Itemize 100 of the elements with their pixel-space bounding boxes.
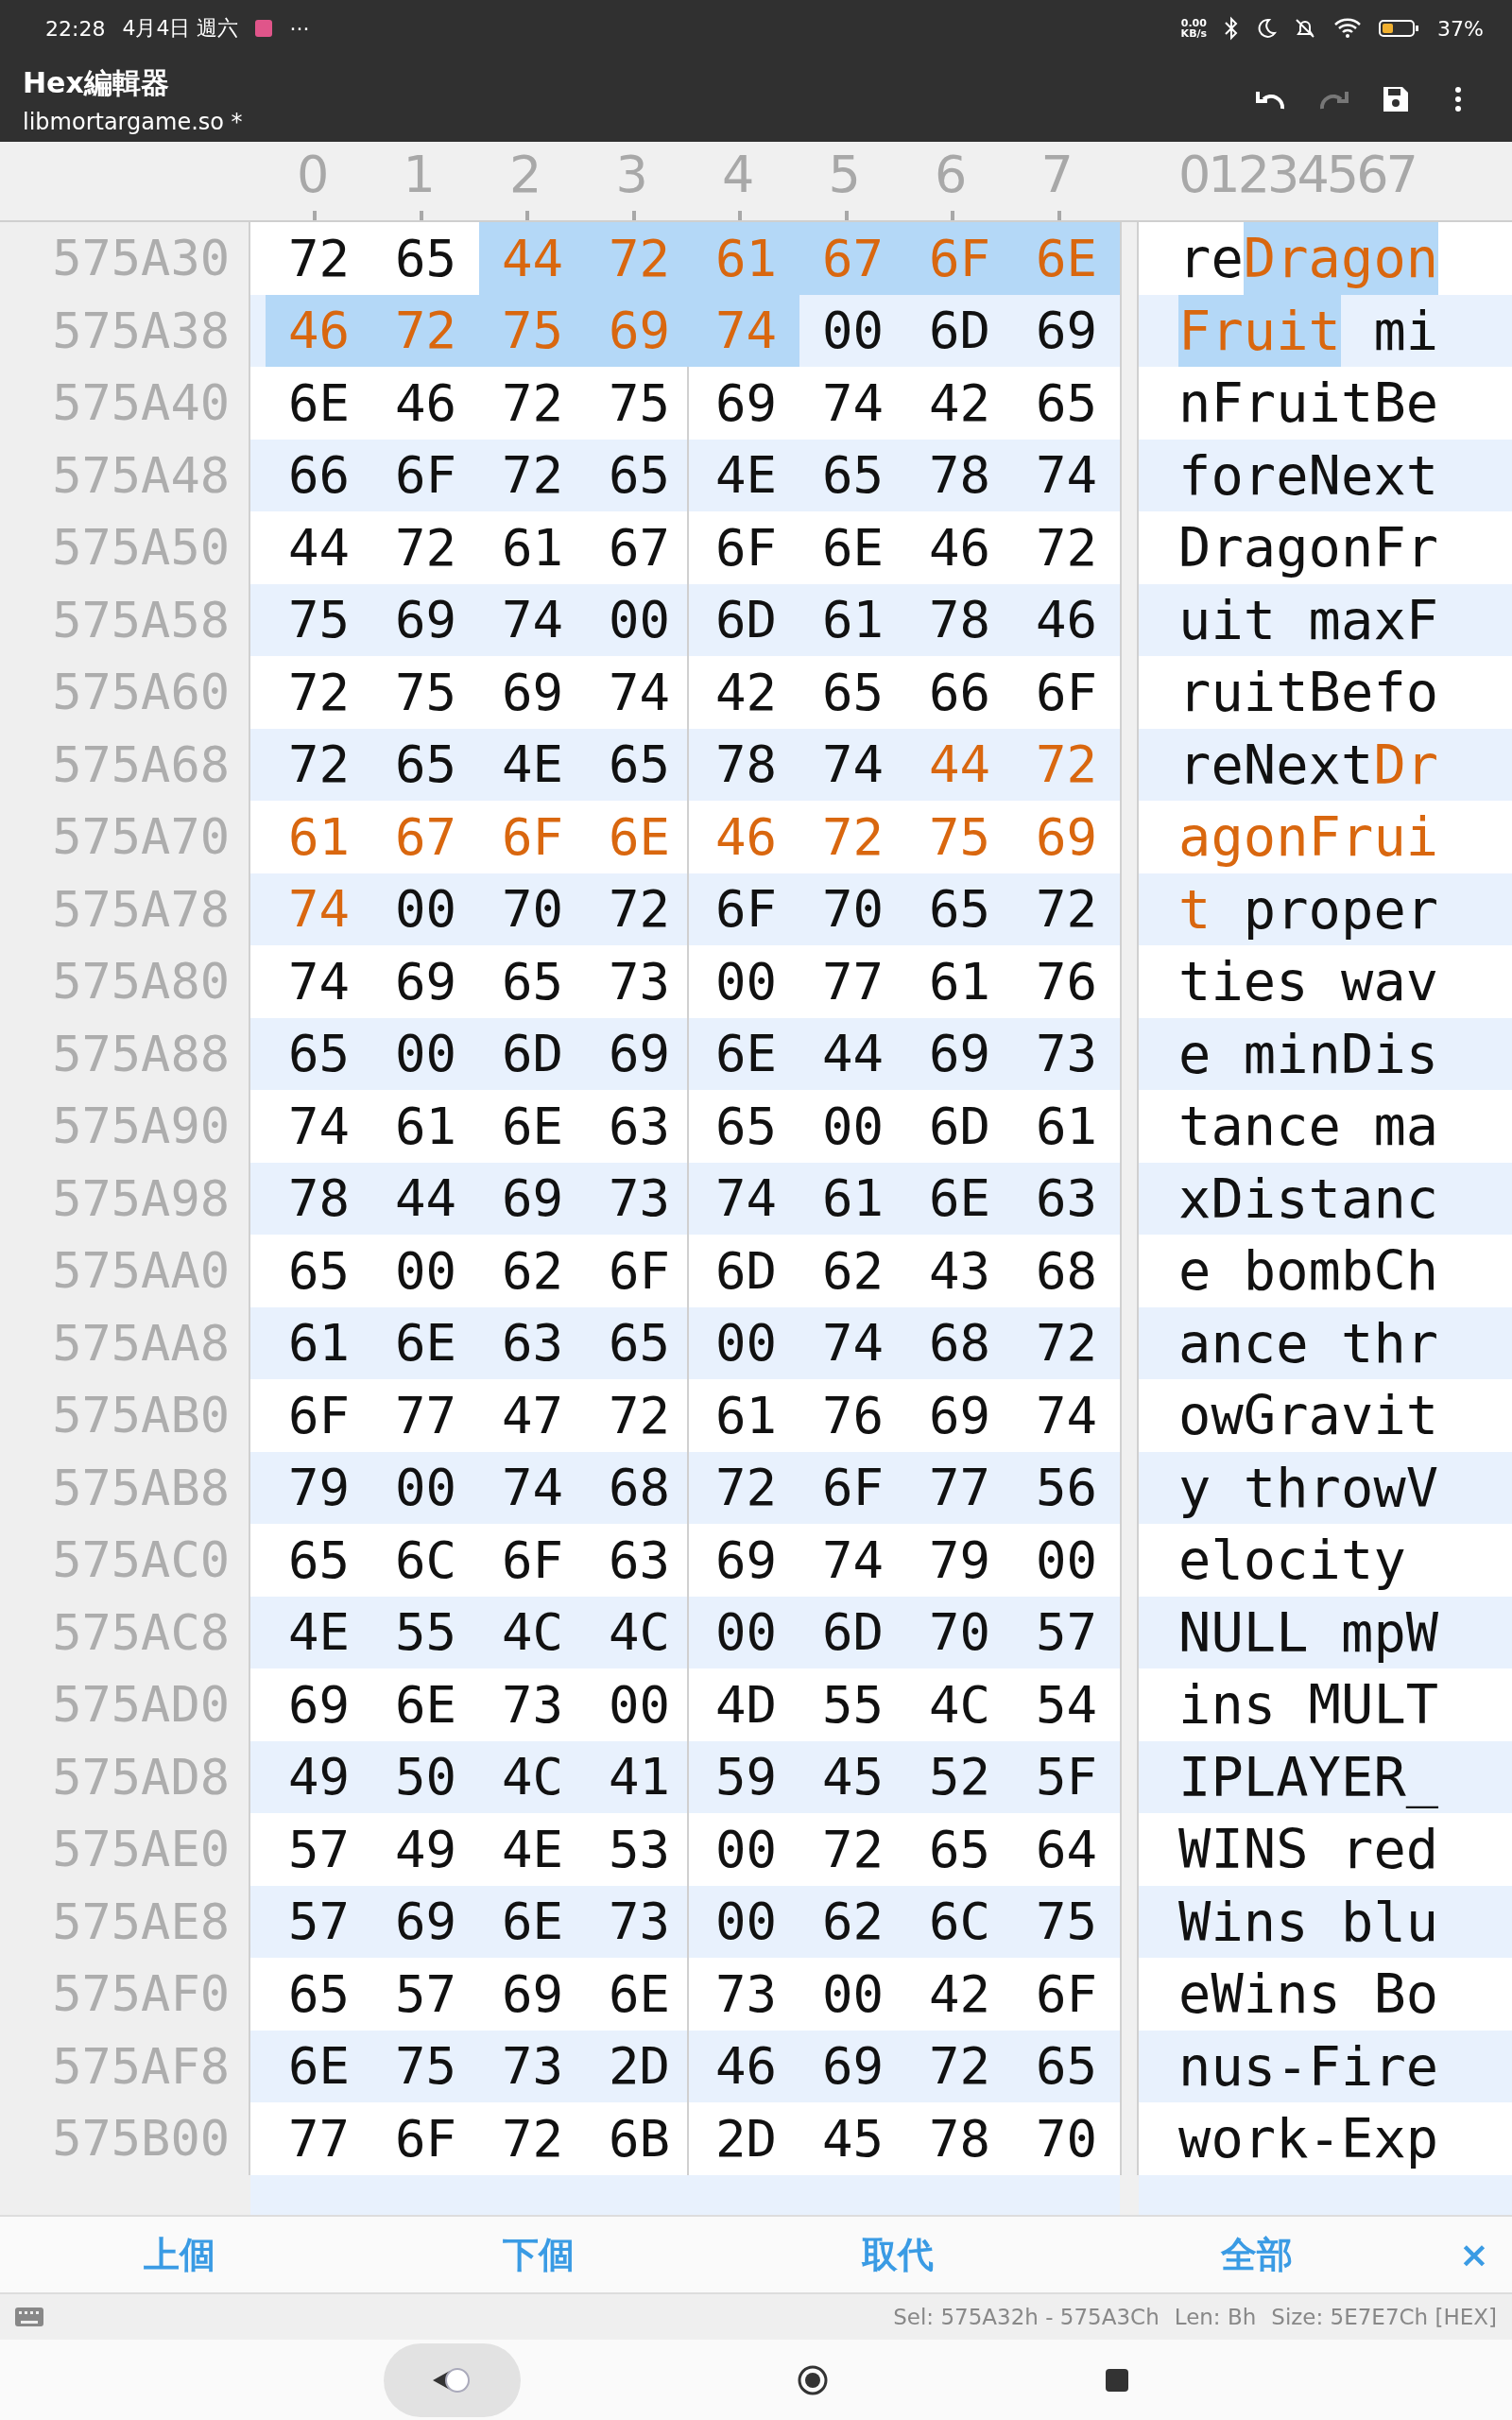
hex-byte[interactable]: 69	[906, 1379, 1013, 1452]
hex-byte[interactable]: 6F	[799, 1451, 906, 1524]
hex-byte[interactable]: 62	[479, 1235, 586, 1307]
hex-byte[interactable]: 65	[906, 1813, 1013, 1886]
hex-byte[interactable]: 69	[799, 2030, 906, 2102]
hex-byte[interactable]: 69	[372, 583, 479, 656]
hex-byte[interactable]: 69	[479, 656, 586, 729]
hex-byte[interactable]: 68	[586, 1451, 693, 1524]
hex-byte[interactable]: 00	[799, 1090, 906, 1163]
hex-byte[interactable]: 69	[1013, 801, 1120, 873]
hex-byte[interactable]: 57	[372, 1958, 479, 2031]
hex-byte[interactable]: 6D	[479, 1017, 586, 1090]
hex-byte[interactable]: 72	[799, 801, 906, 873]
hex-byte[interactable]: 78	[266, 1162, 372, 1235]
hex-byte[interactable]: 72	[479, 439, 586, 511]
keyboard-icon[interactable]	[15, 2308, 43, 2326]
hex-byte[interactable]: 73	[479, 1668, 586, 1741]
hex-byte[interactable]: 66	[906, 656, 1013, 729]
hex-byte[interactable]: 63	[479, 1306, 586, 1379]
hex-byte[interactable]: 74	[479, 1451, 586, 1524]
hex-byte[interactable]: 78	[693, 728, 799, 801]
hex-byte[interactable]: 72	[586, 1379, 693, 1452]
hex-byte[interactable]: 65	[372, 222, 479, 295]
hex-byte[interactable]: 65	[799, 439, 906, 511]
hex-byte[interactable]: 77	[799, 945, 906, 1018]
hex-byte[interactable]: 59	[693, 1740, 799, 1813]
hex-byte[interactable]: 6C	[372, 1524, 479, 1597]
hex-byte[interactable]: 72	[479, 367, 586, 440]
hex-byte[interactable]: 65	[586, 1306, 693, 1379]
ascii-text[interactable]: IPLAYER_	[1139, 1740, 1512, 1813]
hex-byte[interactable]: 46	[1013, 583, 1120, 656]
hex-byte[interactable]: 61	[372, 1090, 479, 1163]
hex-byte[interactable]: 6E	[586, 1958, 693, 2031]
hex-byte[interactable]: 61	[266, 801, 372, 873]
hex-byte[interactable]: 6D	[693, 583, 799, 656]
hex-byte[interactable]: 00	[372, 873, 479, 945]
hex-byte[interactable]: 69	[266, 1668, 372, 1741]
hex-byte[interactable]: 66	[266, 439, 372, 511]
hex-byte[interactable]: 6D	[906, 294, 1013, 367]
hex-byte[interactable]: 5F	[1013, 1740, 1120, 1813]
hex-byte[interactable]: 79	[906, 1524, 1013, 1597]
hex-byte[interactable]: 74	[586, 656, 693, 729]
hex-byte[interactable]: 4D	[693, 1668, 799, 1741]
ascii-text[interactable]: nus-Fire	[1139, 2030, 1512, 2102]
hex-byte[interactable]: 53	[586, 1813, 693, 1886]
hex-byte[interactable]: 6D	[799, 1596, 906, 1668]
hex-byte[interactable]: 62	[799, 1885, 906, 1958]
hex-byte[interactable]: 75	[372, 2030, 479, 2102]
hex-byte[interactable]: 72	[1013, 873, 1120, 945]
hex-byte[interactable]: 69	[906, 1017, 1013, 1090]
hex-byte[interactable]: 61	[693, 1379, 799, 1452]
hex-byte[interactable]: 74	[479, 583, 586, 656]
hex-byte[interactable]: 76	[1013, 945, 1120, 1018]
hex-byte[interactable]: 00	[799, 294, 906, 367]
ascii-text[interactable]: NULL mpW	[1139, 1596, 1512, 1668]
hex-byte[interactable]: 61	[799, 583, 906, 656]
hex-byte[interactable]: 49	[266, 1740, 372, 1813]
hex-byte[interactable]: 65	[586, 728, 693, 801]
hex-byte[interactable]: 57	[266, 1813, 372, 1886]
hex-byte[interactable]: 6D	[693, 1235, 799, 1307]
hex-byte[interactable]: 46	[693, 801, 799, 873]
hex-byte[interactable]: 72	[1013, 511, 1120, 584]
hex-byte[interactable]: 61	[479, 511, 586, 584]
hex-byte[interactable]: 75	[906, 801, 1013, 873]
hex-byte[interactable]: 73	[479, 2030, 586, 2102]
hex-byte[interactable]: 00	[693, 1306, 799, 1379]
hex-byte[interactable]: 61	[266, 1306, 372, 1379]
hex-byte[interactable]: 75	[372, 656, 479, 729]
ascii-text[interactable]: e minDis	[1139, 1017, 1512, 1090]
ascii-text[interactable]: ance thr	[1139, 1306, 1512, 1379]
hex-byte[interactable]: 44	[799, 1017, 906, 1090]
hex-byte[interactable]: 00	[799, 1958, 906, 2031]
hex-byte[interactable]: 72	[266, 656, 372, 729]
hex-byte[interactable]: 74	[1013, 439, 1120, 511]
hex-byte[interactable]: 42	[906, 1958, 1013, 2031]
ascii-text[interactable]: Wins blu	[1139, 1885, 1512, 1958]
hex-byte[interactable]: 65	[693, 1090, 799, 1163]
hex-byte[interactable]: 44	[372, 1162, 479, 1235]
hex-byte[interactable]: 72	[266, 222, 372, 295]
hex-byte[interactable]: 6F	[372, 439, 479, 511]
hex-byte[interactable]: 61	[1013, 1090, 1120, 1163]
ascii-text[interactable]: reNextDr	[1139, 728, 1512, 801]
hex-byte[interactable]: 49	[372, 1813, 479, 1886]
hex-byte[interactable]: 65	[799, 656, 906, 729]
hex-byte[interactable]: 57	[1013, 1596, 1120, 1668]
hex-byte[interactable]: 00	[693, 945, 799, 1018]
hex-byte[interactable]: 50	[372, 1740, 479, 1813]
hex-byte[interactable]: 65	[266, 1524, 372, 1597]
hex-byte[interactable]: 6E	[586, 801, 693, 873]
hex-byte[interactable]: 65	[372, 728, 479, 801]
hex-byte[interactable]: 6E	[906, 1162, 1013, 1235]
hex-byte[interactable]: 63	[586, 1090, 693, 1163]
hex-byte[interactable]: 69	[1013, 294, 1120, 367]
hex-byte[interactable]: 6B	[586, 2102, 693, 2175]
hex-byte[interactable]: 72	[906, 2030, 1013, 2102]
hex-byte[interactable]: 6F	[266, 1379, 372, 1452]
hex-byte[interactable]: 00	[372, 1235, 479, 1307]
hex-byte[interactable]: 00	[693, 1596, 799, 1668]
hex-byte[interactable]: 42	[693, 656, 799, 729]
hex-byte[interactable]: 75	[586, 367, 693, 440]
